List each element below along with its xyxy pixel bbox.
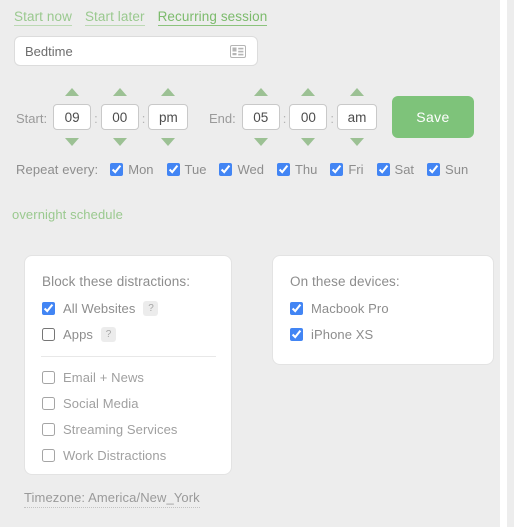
block-option-social-media-checkbox[interactable] [42, 397, 55, 410]
block-option-streaming-services[interactable]: Streaming Services [42, 422, 231, 437]
block-option-social-media[interactable]: Social Media [42, 396, 231, 411]
start-label: Start: [16, 110, 48, 126]
device-option-iphone-xs-checkbox[interactable] [290, 328, 303, 341]
device-option-macbook-pro-checkbox[interactable] [290, 302, 303, 315]
block-option-all-websites-checkbox[interactable] [42, 302, 55, 315]
repeat-day-thu-label: Thu [294, 162, 318, 177]
start-meridiem-stepper: pm [148, 86, 189, 148]
repeat-day-wed-checkbox[interactable] [219, 163, 233, 176]
repeat-day-tue-checkbox[interactable] [166, 163, 180, 176]
repeat-label: Repeat every: [16, 162, 99, 177]
start-meridiem-input[interactable]: pm [148, 104, 189, 130]
start-separator-1: : [94, 110, 98, 126]
repeat-day-sat[interactable]: Sat [376, 162, 415, 177]
start-minute-stepper: 00 [100, 86, 139, 148]
tab-recurring-session[interactable]: Recurring session [157, 9, 268, 26]
block-option-social-media-label: Social Media [63, 396, 139, 411]
devices-title: On these devices: [290, 274, 400, 289]
session-mode-tabs: Start now Start later Recurring session [14, 9, 268, 26]
end-minute-input[interactable]: 00 [289, 104, 328, 130]
block-option-work-distractions-label: Work Distractions [63, 448, 167, 463]
repeat-day-sun-checkbox[interactable] [427, 163, 441, 176]
start-hour-up-arrow[interactable] [65, 88, 80, 96]
block-card-divider [41, 356, 216, 357]
block-option-work-distractions[interactable]: Work Distractions [42, 448, 231, 463]
start-hour-stepper: 09 [53, 86, 92, 148]
all-websites-help-icon[interactable]: ? [143, 301, 159, 316]
block-option-email-news-label: Email + News [63, 370, 145, 385]
block-option-all-websites-label: All Websites [63, 301, 136, 316]
end-meridiem-down-arrow[interactable] [350, 138, 364, 146]
repeat-day-sun-label: Sun [445, 162, 469, 177]
end-hour-input[interactable]: 05 [241, 104, 280, 130]
start-minute-down-arrow[interactable] [112, 138, 127, 146]
end-minute-down-arrow[interactable] [301, 138, 316, 146]
block-option-work-distractions-checkbox[interactable] [42, 449, 55, 462]
block-option-streaming-services-label: Streaming Services [63, 422, 178, 437]
repeat-days-row: Repeat every: Mon Tue Wed Thu Fri Sat Su… [16, 162, 481, 177]
block-distractions-title: Block these distractions: [42, 274, 191, 289]
block-option-all-websites[interactable]: All Websites ? [42, 301, 231, 316]
start-meridiem-up-arrow[interactable] [161, 88, 176, 96]
end-minute-stepper: 00 [289, 86, 328, 148]
end-meridiem-input[interactable]: am [337, 104, 377, 130]
start-hour-input[interactable]: 09 [53, 104, 92, 130]
start-minute-input[interactable]: 00 [100, 104, 139, 130]
overnight-schedule-note: overnight schedule [12, 207, 123, 222]
block-option-apps-label: Apps [63, 327, 94, 342]
repeat-day-thu-checkbox[interactable] [276, 163, 290, 176]
block-option-apps-checkbox[interactable] [42, 328, 55, 341]
repeat-day-wed[interactable]: Wed [219, 162, 264, 177]
block-distractions-card: Block these distractions: All Websites ?… [24, 255, 232, 475]
end-time-group: End: 05 : 00 : am [209, 86, 377, 148]
end-minute-up-arrow[interactable] [301, 88, 316, 96]
end-separator-1: : [282, 110, 287, 126]
start-time-group: Start: 09 : 00 : pm [16, 86, 189, 148]
repeat-day-mon-label: Mon [128, 162, 154, 177]
recurring-session-panel: Start now Start later Recurring session … [0, 0, 507, 527]
end-hour-stepper: 05 [241, 86, 280, 148]
end-label: End: [209, 110, 236, 126]
timezone-link[interactable]: Timezone: America/New_York [24, 490, 200, 508]
start-separator-2: : [141, 110, 146, 126]
repeat-day-fri-checkbox[interactable] [330, 163, 344, 176]
tab-start-now[interactable]: Start now [14, 9, 72, 26]
block-option-streaming-services-checkbox[interactable] [42, 423, 55, 436]
repeat-day-tue[interactable]: Tue [166, 162, 207, 177]
repeat-day-fri-label: Fri [348, 162, 364, 177]
repeat-day-tue-label: Tue [184, 162, 207, 177]
repeat-day-sat-checkbox[interactable] [376, 163, 390, 176]
block-option-apps[interactable]: Apps ? [42, 327, 231, 342]
end-separator-2: : [330, 110, 334, 126]
repeat-day-fri[interactable]: Fri [330, 162, 364, 177]
block-option-email-news[interactable]: Email + News [42, 370, 231, 385]
device-option-macbook-pro-label: Macbook Pro [311, 301, 389, 316]
save-button[interactable]: Save [392, 96, 474, 138]
right-edge-strip [500, 0, 507, 527]
tab-start-later[interactable]: Start later [84, 9, 145, 26]
session-name-field[interactable] [14, 36, 258, 66]
repeat-day-thu[interactable]: Thu [276, 162, 318, 177]
repeat-day-sat-label: Sat [394, 162, 415, 177]
contact-card-icon[interactable] [230, 44, 246, 58]
start-hour-down-arrow[interactable] [65, 138, 80, 146]
repeat-day-mon[interactable]: Mon [110, 162, 154, 177]
device-option-iphone-xs[interactable]: iPhone XS [290, 327, 493, 342]
repeat-day-wed-label: Wed [237, 162, 264, 177]
end-hour-down-arrow[interactable] [253, 138, 268, 146]
block-option-email-news-checkbox[interactable] [42, 371, 55, 384]
repeat-day-sun[interactable]: Sun [427, 162, 468, 177]
end-hour-up-arrow[interactable] [253, 88, 268, 96]
device-option-macbook-pro[interactable]: Macbook Pro [290, 301, 493, 316]
apps-help-icon[interactable]: ? [101, 327, 117, 342]
end-meridiem-stepper: am [337, 86, 377, 148]
devices-card: On these devices: Macbook Pro iPhone XS [272, 255, 494, 365]
repeat-day-mon-checkbox[interactable] [110, 163, 124, 176]
start-minute-up-arrow[interactable] [112, 88, 127, 96]
session-name-input[interactable] [15, 37, 230, 65]
start-meridiem-down-arrow[interactable] [161, 138, 176, 146]
end-meridiem-up-arrow[interactable] [350, 88, 364, 96]
device-option-iphone-xs-label: iPhone XS [311, 327, 374, 342]
